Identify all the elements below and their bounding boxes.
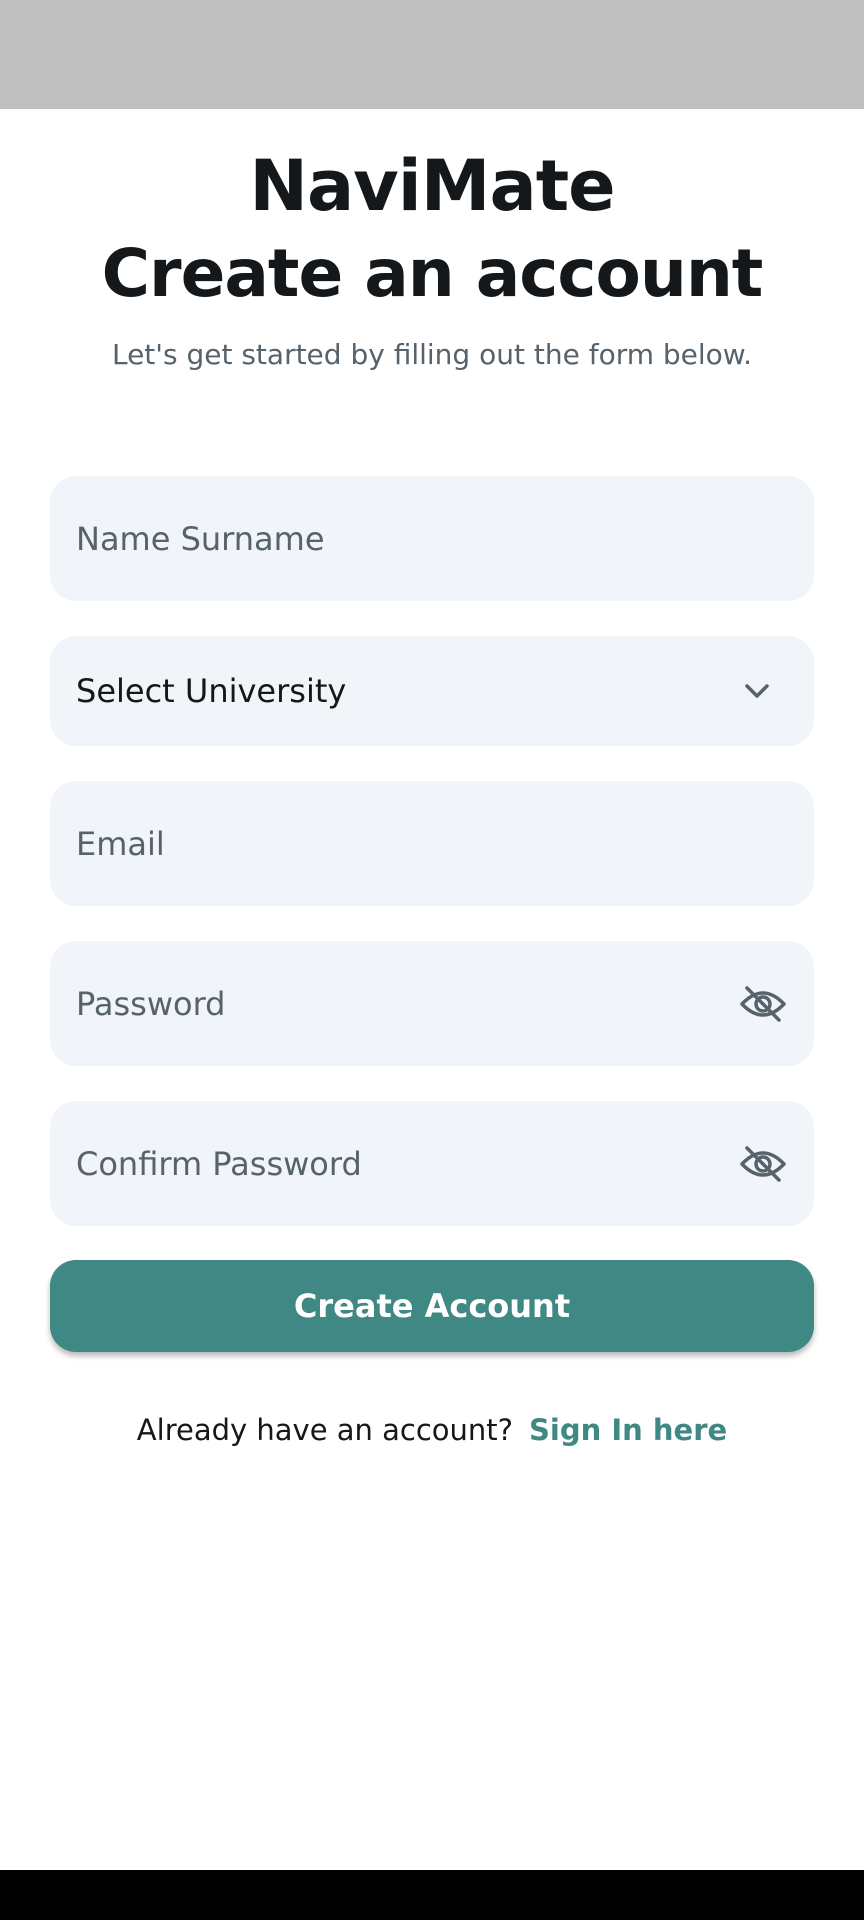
eye-off-icon[interactable] (738, 1142, 788, 1186)
signin-prompt-row: Already have an account? Sign In here (0, 1408, 864, 1452)
signin-prompt-text: Already have an account? (136, 1413, 514, 1447)
create-account-button[interactable]: Create Account (50, 1260, 814, 1352)
app-name: NaviMate (249, 145, 615, 227)
email-input[interactable] (76, 824, 788, 863)
confirm-password-field (50, 1101, 814, 1226)
name-field (50, 476, 814, 601)
name-input[interactable] (76, 519, 788, 558)
university-dropdown[interactable]: Select University (50, 636, 814, 746)
chevron-down-icon[interactable] (740, 674, 774, 708)
system-nav-bar (0, 1870, 864, 1920)
password-field (50, 941, 814, 1066)
sign-in-link[interactable]: Sign In here (529, 1413, 727, 1447)
email-field (50, 781, 814, 906)
status-bar (0, 0, 864, 109)
eye-off-icon[interactable] (738, 982, 788, 1026)
signup-screen: NaviMate Create an account Let's get sta… (0, 109, 864, 1870)
page-title: Create an account (101, 235, 764, 312)
password-input[interactable] (76, 984, 738, 1023)
page-subtitle: Let's get started by filling out the for… (111, 338, 753, 371)
university-selected-value: Select University (76, 672, 347, 710)
confirm-password-input[interactable] (76, 1144, 738, 1183)
